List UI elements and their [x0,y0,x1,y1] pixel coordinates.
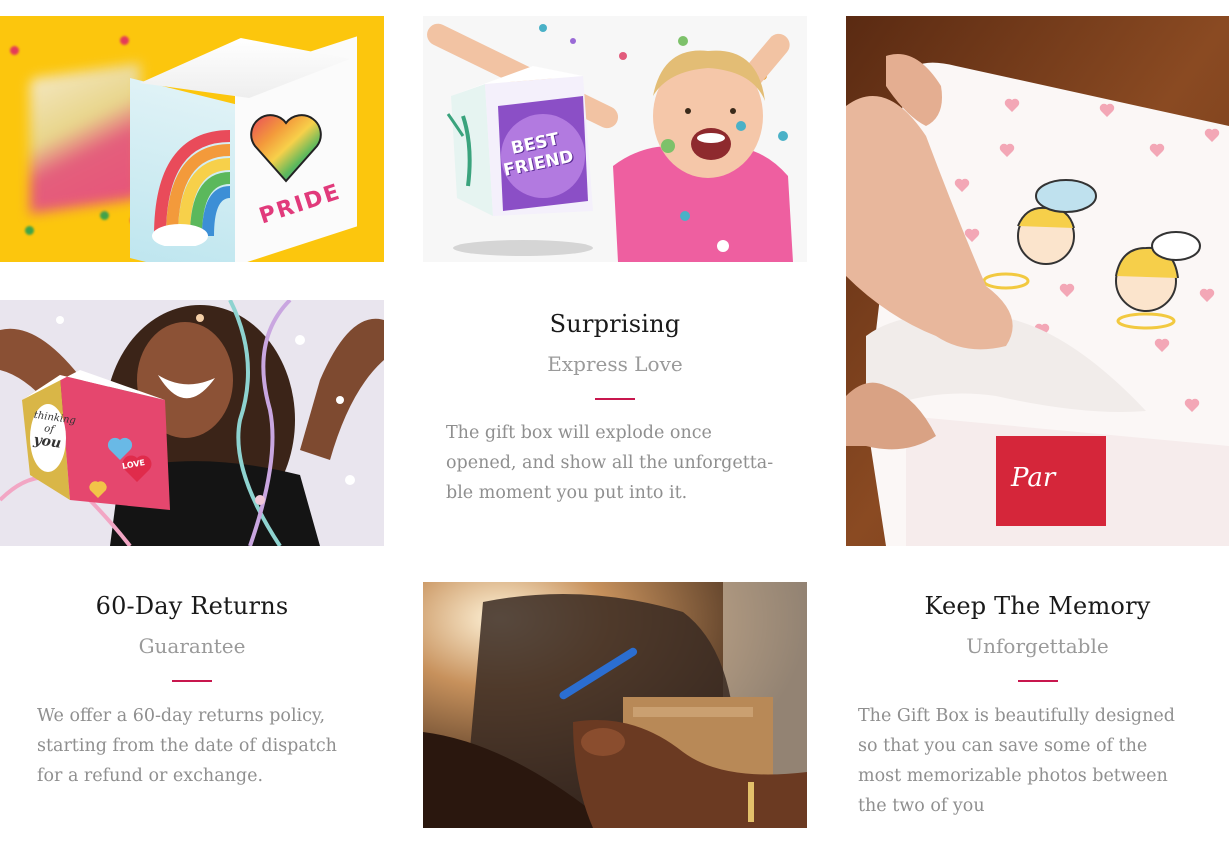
thinking-of-you-label: thinking of you [30,410,77,452]
accent-divider [595,398,635,400]
delivery-signing-image [423,582,807,828]
feature-subtitle: Unforgettable [966,634,1109,658]
body-line: for a refund or exchange. [37,766,264,786]
feature-memory: Keep The Memory Unforgettable [846,592,1229,682]
woman-laughing-image: thinking of you LOVE [0,300,384,546]
box-text-line-3: you [32,432,63,452]
feature-subtitle: Guarantee [138,634,246,658]
feature-surprising-body: The gift box will explode once opened, a… [446,418,796,508]
accent-divider [172,680,212,682]
confetti-dot [10,46,19,55]
card-script-text: Par [1010,463,1057,493]
delivery-scene [423,582,807,828]
body-line: starting from the date of dispatch [37,736,337,756]
feature-title: 60-Day Returns [95,592,289,620]
child-confetti-image: BEST FRIEND [423,16,807,262]
pride-gift-box-image: PRIDE [0,16,384,262]
body-line: so that you can save some of the [858,736,1148,756]
feature-returns-body: We offer a 60-day returns policy, starti… [37,701,382,791]
rainbow-illustration [152,130,231,246]
body-line: We offer a 60-day returns policy, [37,706,326,726]
body-line: opened, and show all the unforgetta- [446,453,774,473]
cupid-photo-box-image: Par [846,16,1229,546]
feature-surprising: Surprising Express Love [423,310,807,400]
body-line: The Gift Box is beautifully designed [858,706,1175,726]
feature-subtitle: Express Love [547,352,683,376]
feature-memory-body: The Gift Box is beautifully designed so … [858,701,1223,821]
feature-title: Keep The Memory [924,592,1151,620]
accent-divider [1017,680,1058,682]
confetti-background [427,23,793,262]
confetti-dot [120,36,129,45]
confetti-dot [100,211,109,220]
confetti-dot [25,226,34,235]
feature-title: Surprising [549,310,681,338]
cupid-scene: Par [846,16,1229,546]
body-line: ble moment you put into it. [446,483,688,503]
feature-returns: 60-Day Returns Guarantee [0,592,384,682]
blurred-gift-box [30,63,140,214]
body-line: most memorizable photos between [858,766,1168,786]
rainbow-heart-icon [250,114,322,183]
body-line: the two of you [858,796,985,816]
body-line: The gift box will explode once [446,423,712,443]
